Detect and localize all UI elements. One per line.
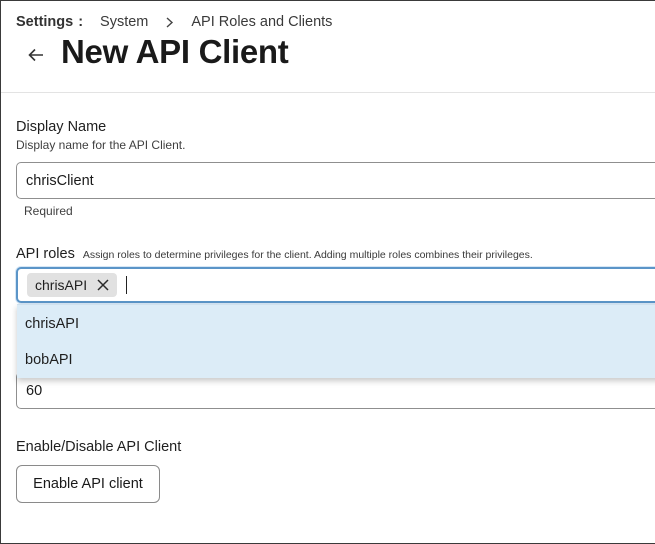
breadcrumb-root: Settings — [16, 14, 74, 30]
back-button[interactable] — [23, 42, 49, 68]
enable-api-client-button[interactable]: Enable API client — [16, 465, 160, 503]
breadcrumb-item-api-roles-and-clients[interactable]: API Roles and Clients — [191, 14, 332, 30]
role-chip: chrisAPI — [27, 273, 118, 297]
page-title: New API Client — [61, 33, 289, 70]
api-roles-label-row: API roles Assign roles to determine priv… — [16, 246, 533, 262]
api-roles-label: API roles — [16, 246, 75, 262]
api-roles-help: Assign roles to determine privileges for… — [82, 249, 533, 261]
display-name-label: Display Name — [16, 119, 107, 135]
chevron-right-icon — [165, 16, 174, 28]
role-option-bobapi[interactable]: bobAPI — [25, 352, 655, 368]
role-chip-label: chrisAPI — [35, 277, 88, 293]
role-option-chrisapi[interactable]: chrisAPI — [25, 316, 655, 332]
close-icon[interactable] — [97, 279, 109, 291]
text-cursor — [126, 276, 128, 294]
display-name-input[interactable] — [16, 162, 655, 199]
header-divider — [1, 92, 655, 93]
display-name-required-hint: Required — [24, 204, 73, 218]
enable-disable-label: Enable/Disable API Client — [16, 439, 182, 455]
api-roles-dropdown: chrisAPI bobAPI — [17, 304, 655, 378]
arrow-left-icon — [28, 48, 43, 62]
api-roles-multiselect[interactable]: chrisAPI — [16, 267, 655, 303]
page-frame: Settings : System API Roles and Clients … — [0, 0, 655, 544]
breadcrumb-item-system[interactable]: System — [100, 14, 148, 30]
breadcrumb: Settings : System API Roles and Clients — [16, 13, 332, 31]
display-name-help: Display name for the API Client. — [16, 138, 186, 152]
breadcrumb-root-separator: : — [78, 14, 84, 30]
